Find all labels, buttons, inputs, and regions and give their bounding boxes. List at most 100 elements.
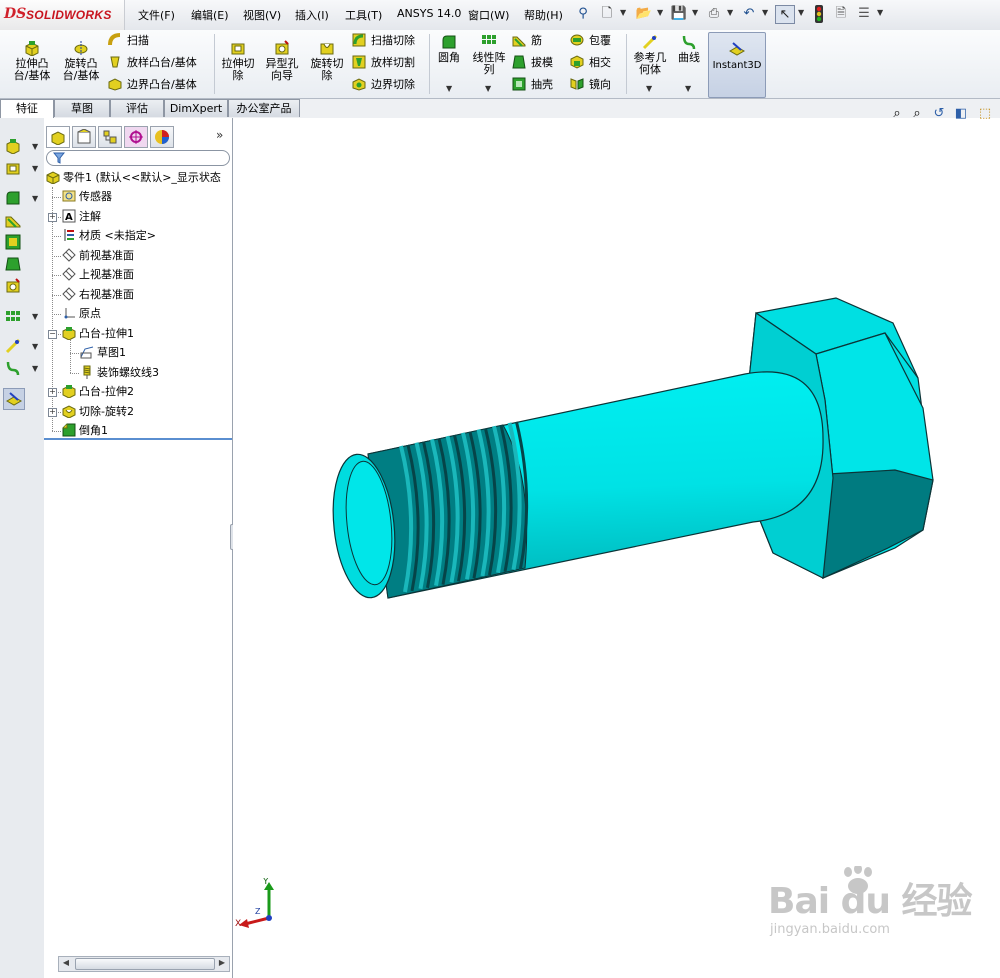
revolve-cut-button[interactable]: 旋转切 除 xyxy=(306,40,348,82)
file-properties-icon[interactable]: 🗎 xyxy=(832,5,850,23)
chevron-down-icon[interactable]: ▼ xyxy=(762,8,768,17)
tree-item[interactable]: 上视基准面 xyxy=(62,265,134,284)
menu-file[interactable]: 文件(F) xyxy=(138,7,175,23)
tree-item[interactable]: 凸台-拉伸2 xyxy=(62,382,134,401)
tree-item[interactable]: A 注解 xyxy=(62,207,101,226)
chevron-down-icon[interactable]: ▼ xyxy=(32,342,38,351)
chevron-down-icon[interactable]: ▼ xyxy=(485,84,491,93)
chevron-down-icon[interactable]: ▼ xyxy=(727,8,733,17)
chevron-down-icon[interactable]: ▼ xyxy=(646,84,652,93)
draft-button[interactable]: 拔模 xyxy=(512,54,553,72)
property-manager-tab[interactable] xyxy=(72,126,96,148)
display-manager-tab[interactable] xyxy=(150,126,174,148)
tab-office-products[interactable]: 办公室产品 xyxy=(228,99,300,117)
tree-root-part[interactable]: 零件1 (默认<<默认>_显示状态 xyxy=(46,168,221,187)
chevron-down-icon[interactable]: ▼ xyxy=(620,8,626,17)
mirror-button[interactable]: 镜向 xyxy=(570,76,611,94)
menu-edit[interactable]: 编辑(E) xyxy=(191,7,229,23)
expand-node-icon[interactable]: + xyxy=(48,407,57,417)
draft-icon[interactable] xyxy=(5,256,21,272)
undo-icon[interactable]: ↶ xyxy=(740,5,758,23)
tree-horizontal-scrollbar[interactable]: ◀ ▶ xyxy=(58,956,230,972)
tree-item[interactable]: 草图1 xyxy=(80,343,126,362)
chevron-down-icon[interactable]: ▼ xyxy=(32,364,38,373)
configuration-manager-tab[interactable] xyxy=(98,126,122,148)
extrude-cut-button[interactable]: 拉伸切 除 xyxy=(218,40,258,82)
chevron-down-icon[interactable]: ▼ xyxy=(692,8,698,17)
wrap-button[interactable]: 包覆 xyxy=(570,32,611,50)
print-icon[interactable]: ⎙ xyxy=(705,5,723,23)
dimxpert-manager-tab[interactable] xyxy=(124,126,148,148)
tree-item[interactable]: 凸台-拉伸1 xyxy=(62,324,134,343)
scroll-left-icon[interactable]: ◀ xyxy=(61,958,71,968)
curves-button[interactable]: 曲线 xyxy=(672,34,706,64)
menu-view[interactable]: 视图(V) xyxy=(243,7,281,23)
shell-button[interactable]: 抽壳 xyxy=(512,76,553,94)
tree-item[interactable]: 装饰螺纹线3 xyxy=(80,363,159,382)
extrude-cut-icon[interactable] xyxy=(5,160,21,176)
chevron-down-icon[interactable]: ▼ xyxy=(32,142,38,151)
sweep-button[interactable]: 扫描 xyxy=(108,32,149,50)
tree-item[interactable]: 右视基准面 xyxy=(62,285,134,304)
loft-boss-button[interactable]: 放样凸台/基体 xyxy=(108,54,197,72)
shell-icon[interactable] xyxy=(5,234,21,250)
loft-cut-button[interactable]: 放样切割 xyxy=(352,54,415,72)
chevron-down-icon[interactable]: ▼ xyxy=(32,194,38,203)
chevron-down-icon[interactable]: ▼ xyxy=(657,8,663,17)
boundary-cut-button[interactable]: 边界切除 xyxy=(352,76,415,94)
chevron-down-icon[interactable]: ▼ xyxy=(877,8,883,17)
reference-geometry-icon[interactable] xyxy=(5,338,21,354)
fillet-button[interactable]: 圆角 xyxy=(432,34,466,64)
tab-features[interactable]: 特征 xyxy=(0,99,54,118)
chevron-down-icon[interactable]: ▼ xyxy=(798,8,804,17)
chevron-down-icon[interactable]: ▼ xyxy=(685,84,691,93)
revolve-boss-button[interactable]: 旋转凸 台/基体 xyxy=(58,40,104,82)
fillet-icon[interactable] xyxy=(5,190,21,206)
boundary-boss-button[interactable]: 边界凸台/基体 xyxy=(108,76,197,94)
linear-pattern-icon[interactable] xyxy=(5,308,21,324)
hole-wizard-button[interactable]: 异型孔 向导 xyxy=(260,40,304,82)
tab-sketch[interactable]: 草图 xyxy=(54,99,110,117)
tab-evaluate[interactable]: 评估 xyxy=(110,99,164,117)
rib-icon[interactable] xyxy=(5,212,21,228)
instant3d-button[interactable]: Instant3D xyxy=(708,32,766,98)
pin-icon[interactable]: ⚲ xyxy=(574,5,592,23)
save-icon[interactable]: 💾 xyxy=(670,5,688,23)
app-logo[interactable]: DS SOLIDWORKS xyxy=(0,0,125,30)
expand-panel-icon[interactable]: » xyxy=(216,128,223,142)
collapse-node-icon[interactable]: − xyxy=(48,329,57,339)
menu-window[interactable]: 窗口(W) xyxy=(468,7,509,23)
tree-item[interactable]: 切除-旋转2 xyxy=(62,402,134,421)
select-arrow-icon[interactable]: ↖ xyxy=(775,5,795,24)
extrude-boss-button[interactable]: 拉伸凸 台/基体 xyxy=(10,40,54,82)
chevron-down-icon[interactable]: ▼ xyxy=(446,84,452,93)
instant3d-toggle[interactable] xyxy=(3,388,25,410)
linear-pattern-button[interactable]: 线性阵 列 xyxy=(468,34,510,76)
tree-item[interactable]: 前视基准面 xyxy=(62,246,134,265)
intersect-button[interactable]: 相交 xyxy=(570,54,611,72)
expand-node-icon[interactable]: + xyxy=(48,388,57,397)
new-document-icon[interactable]: 🗋 xyxy=(598,5,616,23)
menu-ansys[interactable]: ANSYS 14.0 xyxy=(397,7,461,20)
extrude-boss-icon[interactable] xyxy=(5,138,21,154)
tab-dimxpert[interactable]: DimXpert xyxy=(164,99,228,117)
tree-item[interactable]: 原点 xyxy=(62,304,101,323)
menu-help[interactable]: 帮助(H) xyxy=(524,7,563,23)
chevron-down-icon[interactable]: ▼ xyxy=(32,164,38,173)
chevron-down-icon[interactable]: ▼ xyxy=(32,312,38,321)
menu-tools[interactable]: 工具(T) xyxy=(345,7,382,23)
rebuild-traffic-light-icon[interactable] xyxy=(810,5,828,23)
tree-item[interactable]: 传感器 xyxy=(62,187,112,206)
scroll-thumb[interactable] xyxy=(75,958,215,970)
expand-node-icon[interactable]: + xyxy=(48,212,57,222)
feature-tree-tab[interactable] xyxy=(46,126,70,148)
graphics-area[interactable]: ⌕ ⌕ ↺ ◧ ⬚ Y X Z xyxy=(233,106,1000,978)
bolt-model[interactable] xyxy=(233,118,1000,978)
hole-wizard-icon[interactable] xyxy=(5,278,21,294)
sweep-cut-button[interactable]: 扫描切除 xyxy=(352,32,415,50)
menu-insert[interactable]: 插入(I) xyxy=(295,7,329,23)
open-folder-icon[interactable]: 📂 xyxy=(635,5,653,23)
curves-icon[interactable] xyxy=(5,360,21,376)
tree-item[interactable]: 材质 <未指定> xyxy=(62,226,156,245)
reference-geometry-button[interactable]: 参考几 何体 xyxy=(630,34,670,76)
